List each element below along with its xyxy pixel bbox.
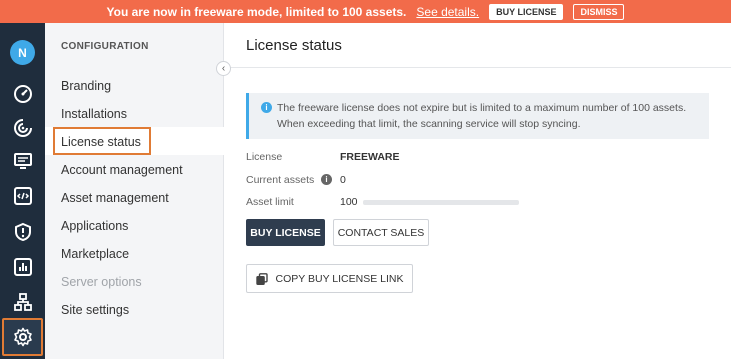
asset-limit-label: Asset limit [246,196,294,208]
report-icon[interactable] [11,255,34,278]
banner-message: You are now in freeware mode, limited to… [106,4,407,19]
sidebar-item-marketplace[interactable]: Marketplace [61,247,129,261]
sidebar-item-server-options: Server options [61,275,142,289]
copy-buy-license-link-button[interactable]: COPY BUY LICENSE LINK [246,264,413,293]
info-icon: i [261,102,272,113]
code-icon[interactable] [11,184,34,207]
current-assets-value: 0 [340,174,346,186]
icon-rail: N [0,23,45,359]
settings-icon[interactable] [11,325,34,348]
freeware-banner: You are now in freeware mode, limited to… [0,0,731,23]
configuration-sidebar: CONFIGURATION Branding Installations Lic… [45,23,224,359]
current-assets-label: Current assets [246,174,315,186]
avatar[interactable]: N [10,40,35,65]
info-notice-text: The freeware license does not expire but… [277,102,687,130]
sidebar-item-asset-management[interactable]: Asset management [61,191,169,205]
sidebar-item-applications[interactable]: Applications [61,219,128,233]
sidebar-item-account-management[interactable]: Account management [61,163,183,177]
copy-icon [255,272,268,285]
chevron-left-icon: ‹ [221,63,226,74]
current-assets-info-icon[interactable]: i [321,174,332,185]
info-notice: i The freeware license does not expire b… [246,93,709,139]
sidebar-item-license-status[interactable]: License status [61,135,141,149]
page-title: License status [246,37,342,54]
see-details-link[interactable]: See details. [416,5,479,19]
license-label: License [246,151,283,163]
sidebar-item-installations[interactable]: Installations [61,107,127,121]
shield-icon[interactable] [11,220,34,243]
title-divider [225,67,731,68]
asset-limit-value: 100 [340,196,358,208]
scan-icon[interactable] [11,116,34,139]
contact-sales-button[interactable]: CONTACT SALES [333,219,429,246]
monitor-icon[interactable] [11,149,34,172]
license-value: FREEWARE [340,151,400,163]
asset-usage-bar [363,200,519,205]
workflow-icon[interactable] [11,290,34,313]
dashboard-icon[interactable] [11,82,34,105]
banner-buy-license-button[interactable]: BUY LICENSE [489,3,564,20]
buy-license-button[interactable]: BUY LICENSE [246,219,325,246]
copy-link-label: COPY BUY LICENSE LINK [275,272,404,285]
main-content: License status i The freeware license do… [225,23,731,359]
sidebar-item-branding[interactable]: Branding [61,79,111,93]
sidebar-item-site-settings[interactable]: Site settings [61,303,129,317]
collapse-sidebar-button[interactable]: ‹ [216,61,231,76]
banner-dismiss-button[interactable]: DISMISS [573,3,625,20]
sidebar-heading: CONFIGURATION [61,41,149,52]
